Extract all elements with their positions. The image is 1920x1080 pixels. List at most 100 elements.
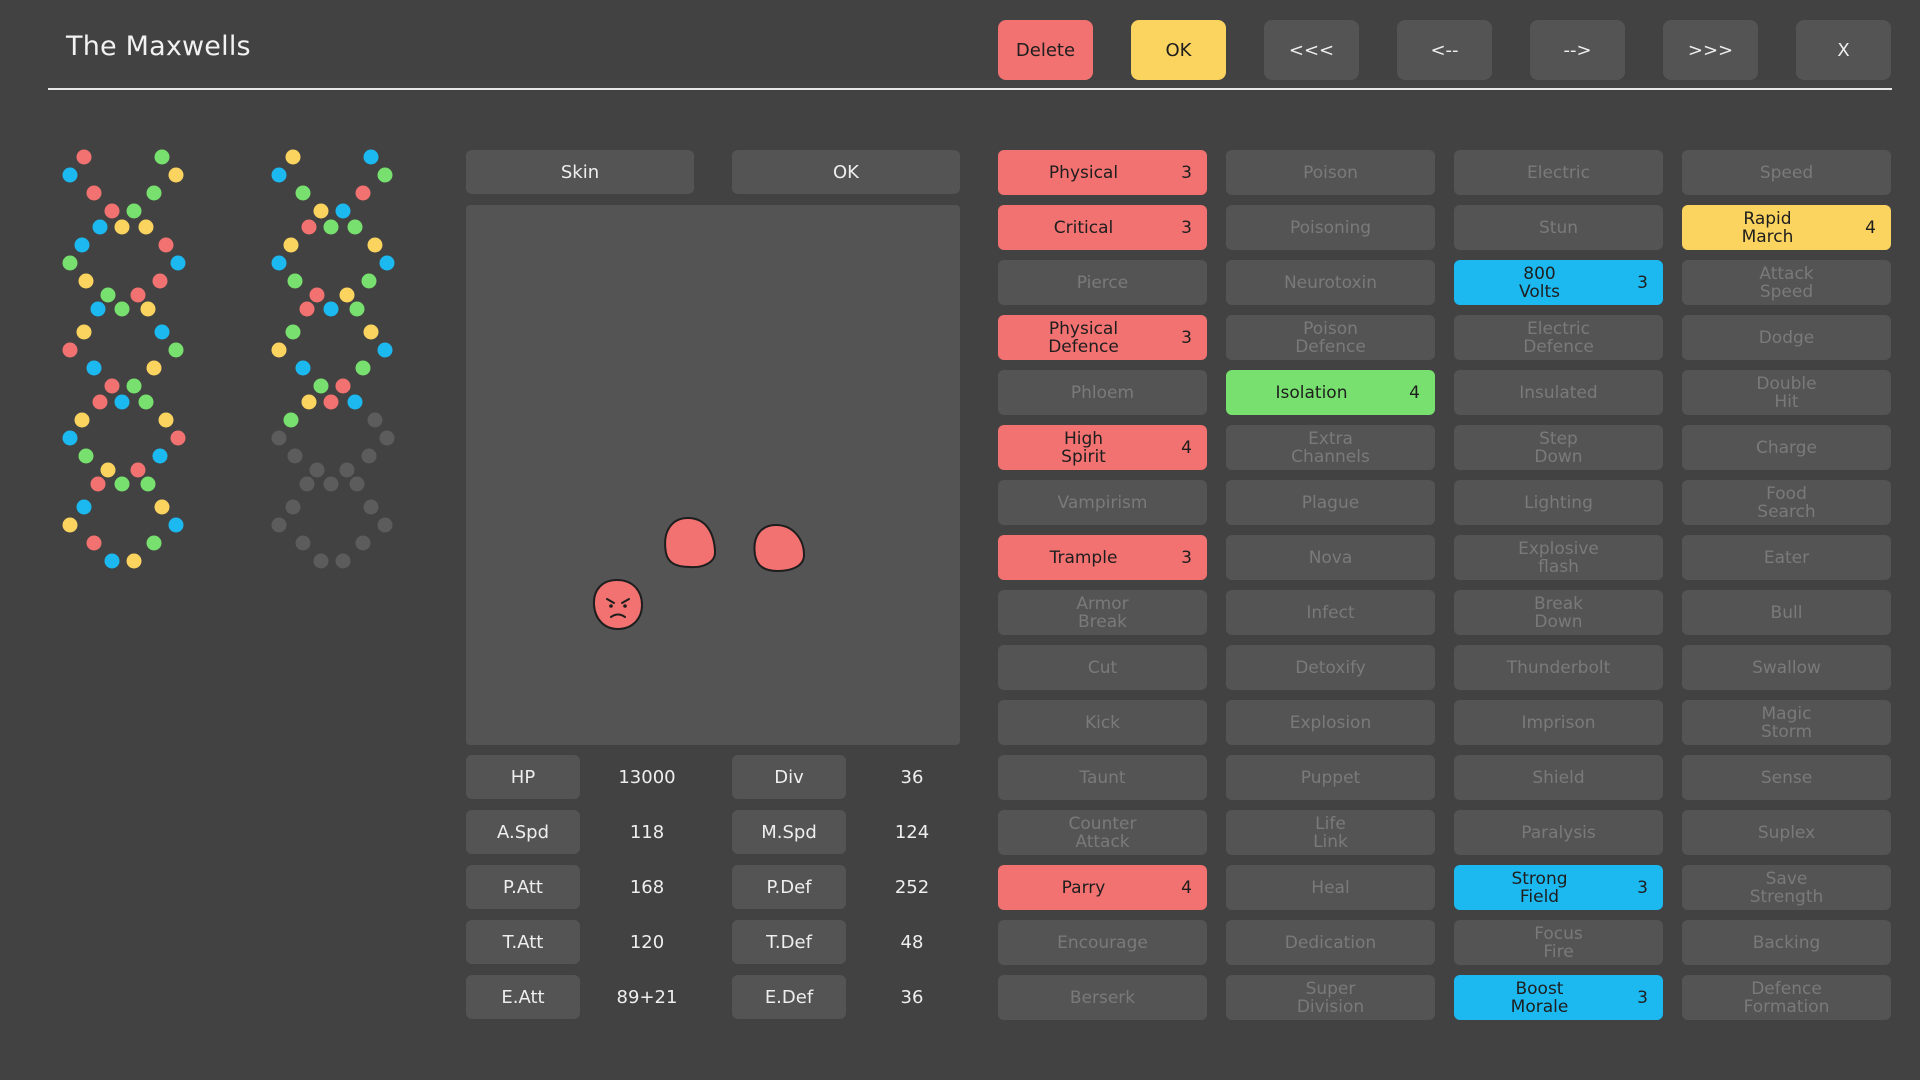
stat-label[interactable]: P.Att	[466, 865, 580, 909]
stat-label[interactable]: HP	[466, 755, 580, 799]
stat-label[interactable]: E.Att	[466, 975, 580, 1019]
stat-label[interactable]: A.Spd	[466, 810, 580, 854]
trait-poison-defence[interactable]: Poison Defence	[1226, 315, 1435, 360]
trait-vampirism[interactable]: Vampirism	[998, 480, 1207, 525]
trait-trample[interactable]: Trample 3	[998, 535, 1207, 580]
trait-armor-break[interactable]: Armor Break	[998, 590, 1207, 635]
trait-electric-defence[interactable]: Electric Defence	[1454, 315, 1663, 360]
trait-shield[interactable]: Shield	[1454, 755, 1663, 800]
trait-name: Suplex	[1757, 822, 1816, 843]
dna-node	[295, 185, 311, 201]
trait-sense[interactable]: Sense	[1682, 755, 1891, 800]
stat-label[interactable]: M.Spd	[732, 810, 846, 854]
trait-backing[interactable]: Backing	[1682, 920, 1891, 965]
trait-800-volts[interactable]: 800 Volts 3	[1454, 260, 1663, 305]
trait-level: 4	[1409, 382, 1420, 403]
trait-plague[interactable]: Plague	[1226, 480, 1435, 525]
trait-detoxify[interactable]: Detoxify	[1226, 645, 1435, 690]
trait-level: 3	[1181, 162, 1192, 183]
panel-ok-button[interactable]: OK	[732, 150, 960, 194]
trait-life-link[interactable]: Life Link	[1226, 810, 1435, 855]
trait-insulated[interactable]: Insulated	[1454, 370, 1663, 415]
trait-physical-defence[interactable]: Physical Defence 3	[998, 315, 1207, 360]
trait-name: Poisoning	[1289, 217, 1372, 238]
last-button[interactable]: >>>	[1663, 20, 1758, 80]
trait-explosion[interactable]: Explosion	[1226, 700, 1435, 745]
trait-nova[interactable]: Nova	[1226, 535, 1435, 580]
page-title: The Maxwells	[66, 31, 251, 62]
trait-critical[interactable]: Critical 3	[998, 205, 1207, 250]
ok-button[interactable]: OK	[1131, 20, 1226, 80]
stat-label[interactable]: T.Att	[466, 920, 580, 964]
trait-paralysis[interactable]: Paralysis	[1454, 810, 1663, 855]
trait-poisoning[interactable]: Poisoning	[1226, 205, 1435, 250]
trait-save-strength[interactable]: Save Strength	[1682, 865, 1891, 910]
dna-node	[104, 553, 120, 569]
trait-name: Phloem	[1070, 382, 1135, 403]
trait-bull[interactable]: Bull	[1682, 590, 1891, 635]
stat-label[interactable]: Div	[732, 755, 846, 799]
trait-poison[interactable]: Poison	[1226, 150, 1435, 195]
trait-counter-attack[interactable]: Counter Attack	[998, 810, 1207, 855]
trait-pierce[interactable]: Pierce	[998, 260, 1207, 305]
trait-break-down[interactable]: Break Down	[1454, 590, 1663, 635]
trait-heal[interactable]: Heal	[1226, 865, 1435, 910]
trait-taunt[interactable]: Taunt	[998, 755, 1207, 800]
trait-cut[interactable]: Cut	[998, 645, 1207, 690]
trait-suplex[interactable]: Suplex	[1682, 810, 1891, 855]
trait-thunderbolt[interactable]: Thunderbolt	[1454, 645, 1663, 690]
trait-attack-speed[interactable]: Attack Speed	[1682, 260, 1891, 305]
trait-electric[interactable]: Electric	[1454, 150, 1663, 195]
trait-name: Lighting	[1524, 492, 1593, 513]
trait-neurotoxin[interactable]: Neurotoxin	[1226, 260, 1435, 305]
trait-stun[interactable]: Stun	[1454, 205, 1663, 250]
trait-berserk[interactable]: Berserk	[998, 975, 1207, 1020]
trait-high-spirit[interactable]: High Spirit 4	[998, 425, 1207, 470]
trait-explosive-flash[interactable]: Explosive flash	[1454, 535, 1663, 580]
trait-encourage[interactable]: Encourage	[998, 920, 1207, 965]
dna-node	[271, 342, 287, 358]
trait-dedication[interactable]: Dedication	[1226, 920, 1435, 965]
trait-isolation[interactable]: Isolation 4	[1226, 370, 1435, 415]
trait-kick[interactable]: Kick	[998, 700, 1207, 745]
close-button[interactable]: X	[1796, 20, 1891, 80]
dna-node	[92, 219, 108, 235]
trait-charge[interactable]: Charge	[1682, 425, 1891, 470]
first-button[interactable]: <<<	[1264, 20, 1359, 80]
trait-strong-field[interactable]: Strong Field 3	[1454, 865, 1663, 910]
trait-speed[interactable]: Speed	[1682, 150, 1891, 195]
stat-value: 48	[900, 931, 924, 953]
trait-eater[interactable]: Eater	[1682, 535, 1891, 580]
stat-label[interactable]: E.Def	[732, 975, 846, 1019]
trait-dodge[interactable]: Dodge	[1682, 315, 1891, 360]
next-button[interactable]: -->	[1530, 20, 1625, 80]
trait-infect[interactable]: Infect	[1226, 590, 1435, 635]
stat-label[interactable]: P.Def	[732, 865, 846, 909]
trait-focus-fire[interactable]: Focus Fire	[1454, 920, 1663, 965]
trait-rapid-march[interactable]: Rapid March 4	[1682, 205, 1891, 250]
trait-swallow[interactable]: Swallow	[1682, 645, 1891, 690]
trait-name: Berserk	[1069, 987, 1136, 1008]
trait-name: Physical	[1048, 162, 1119, 183]
trait-super-division[interactable]: Super Division	[1226, 975, 1435, 1020]
trait-defence-formation[interactable]: Defence Formation	[1682, 975, 1891, 1020]
trait-boost-morale[interactable]: Boost Morale 3	[1454, 975, 1663, 1020]
trait-step-down[interactable]: Step Down	[1454, 425, 1663, 470]
dna-node	[285, 149, 301, 165]
trait-extra-channels[interactable]: Extra Channels	[1226, 425, 1435, 470]
trait-phloem[interactable]: Phloem	[998, 370, 1207, 415]
trait-magic-storm[interactable]: Magic Storm	[1682, 700, 1891, 745]
trait-double-hit[interactable]: Double Hit	[1682, 370, 1891, 415]
previous-button[interactable]: <--	[1397, 20, 1492, 80]
trait-physical[interactable]: Physical 3	[998, 150, 1207, 195]
skin-button[interactable]: Skin	[466, 150, 694, 194]
trait-name: Kick	[1084, 712, 1121, 733]
trait-parry[interactable]: Parry 4	[998, 865, 1207, 910]
trait-puppet[interactable]: Puppet	[1226, 755, 1435, 800]
trait-imprison[interactable]: Imprison	[1454, 700, 1663, 745]
trait-lighting[interactable]: Lighting	[1454, 480, 1663, 525]
trait-name: Parry	[1061, 877, 1106, 898]
trait-food-search[interactable]: Food Search	[1682, 480, 1891, 525]
delete-button[interactable]: Delete	[998, 20, 1093, 80]
stat-label[interactable]: T.Def	[732, 920, 846, 964]
